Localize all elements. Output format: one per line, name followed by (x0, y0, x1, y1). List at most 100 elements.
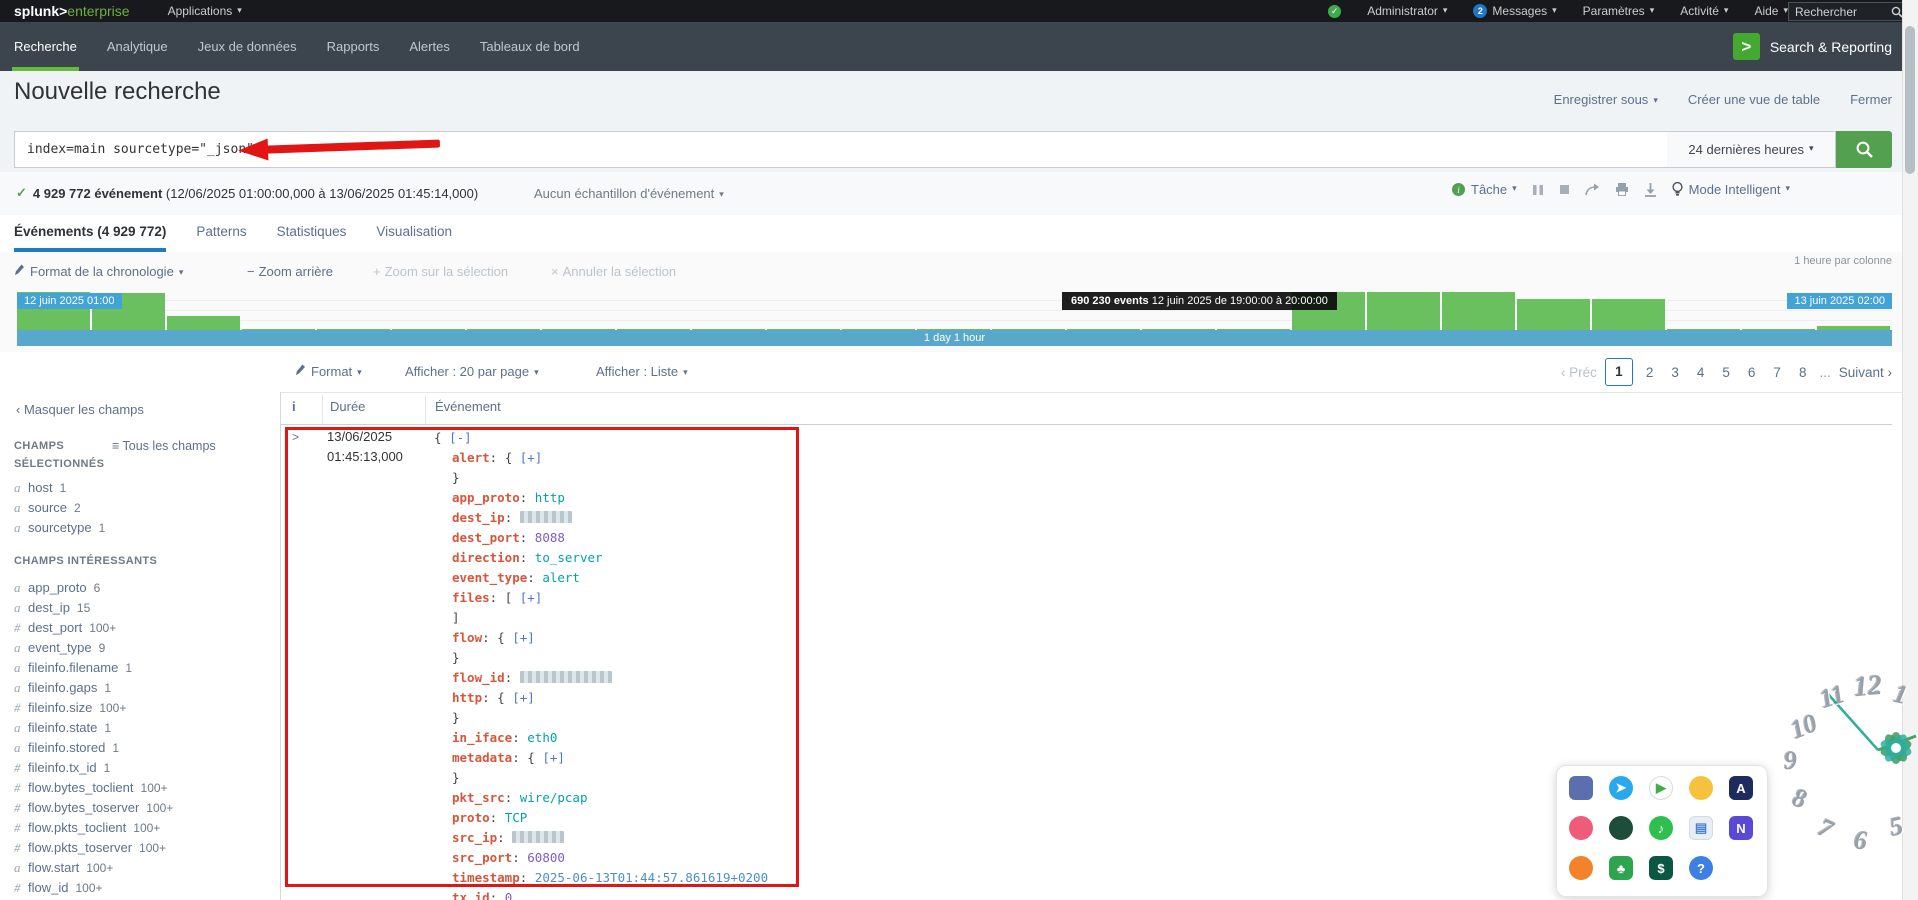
global-search-input[interactable]: Rechercher (1788, 2, 1910, 21)
json-expand-toggle[interactable]: [+] (542, 750, 565, 765)
pager-page-4[interactable]: 4 (1692, 365, 1710, 380)
all-fields-link[interactable]: ≡ Tous les champs (112, 439, 216, 453)
app-icon-pink-circle[interactable] (1569, 816, 1593, 840)
activity-menu[interactable]: Activité▾ (1680, 4, 1728, 18)
pager-page-8[interactable]: 8 (1794, 365, 1812, 380)
scrollbar-thumb[interactable] (1905, 26, 1915, 174)
app-icon-calendar[interactable]: ▤ (1689, 816, 1713, 840)
pager-page-2[interactable]: 2 (1641, 365, 1659, 380)
field-link[interactable]: dest_ip (28, 600, 70, 615)
json-collapse-toggle[interactable]: [-] (449, 430, 472, 445)
pager-next[interactable]: Suivant › (1839, 365, 1892, 380)
app-icon-orange-ball[interactable] (1569, 856, 1593, 880)
app-brand[interactable]: > Search & Reporting (1733, 22, 1892, 71)
deselect-button[interactable]: ×Annuler la sélection (551, 264, 676, 279)
header-action[interactable]: Créer une vue de table (1688, 92, 1820, 107)
field-link[interactable]: flow.pkts_toclient (28, 820, 126, 835)
run-search-button[interactable] (1836, 131, 1892, 168)
timeline-bar[interactable] (1367, 292, 1440, 330)
user-menu[interactable]: Administrator▾ (1367, 4, 1447, 18)
field-link[interactable]: event_type (28, 640, 92, 655)
timeline-bar[interactable] (1442, 292, 1515, 330)
messages-menu[interactable]: 2Messages▾ (1473, 4, 1556, 18)
app-icon-slate-square[interactable] (1569, 776, 1593, 800)
json-expand-toggle[interactable]: [+] (512, 630, 535, 645)
app-icon-telegram[interactable]: ➤ (1609, 776, 1633, 800)
field-link[interactable]: flow.start (28, 860, 79, 875)
app-icon-plug[interactable]: ? (1689, 856, 1713, 880)
field-link[interactable]: fileinfo.size (28, 700, 92, 715)
field-link[interactable]: fileinfo.tx_id (28, 760, 97, 775)
json-key: files (452, 590, 490, 605)
field-link[interactable]: fileinfo.filename (28, 660, 118, 675)
app-icon-yellow-ball[interactable] (1689, 776, 1713, 800)
per-page-menu[interactable]: Afficher : 20 par page▾ (405, 364, 539, 379)
timeline-histogram[interactable]: 12 juin 2025 01:00 13 juin 2025 02:00 (17, 291, 1892, 330)
field-link[interactable]: flow.bytes_toserver (28, 800, 139, 815)
header-action[interactable]: Enregistrer sous▾ (1554, 92, 1658, 107)
json-expand-toggle[interactable]: [+] (520, 590, 543, 605)
applications-menu[interactable]: Applications▾ (168, 4, 242, 18)
search-mode-menu[interactable]: Mode Intelligent▾ (1672, 182, 1790, 197)
pause-button[interactable] (1532, 184, 1544, 196)
field-link[interactable]: fileinfo.state (28, 720, 97, 735)
event-sampling-menu[interactable]: Aucun échantillon d'événement▾ (534, 186, 724, 201)
timeline-format-menu[interactable]: Format de la chronologie▾ (14, 264, 247, 279)
appnav-tab[interactable]: Tableaux de bord (478, 22, 582, 71)
field-link[interactable]: dest_port (28, 620, 82, 635)
time-range-picker[interactable]: 24 dernières heures▾ (1667, 131, 1836, 168)
view-type-menu[interactable]: Afficher : Liste▾ (596, 364, 688, 379)
appnav-tab[interactable]: Rapports (325, 22, 382, 71)
share-button[interactable] (1585, 183, 1600, 196)
field-link[interactable]: fileinfo.gaps (28, 680, 97, 695)
stop-button[interactable] (1559, 184, 1570, 195)
timeline-bar[interactable] (167, 316, 240, 330)
pager-page-6[interactable]: 6 (1743, 365, 1761, 380)
timeline-selection-bar[interactable]: 1 day 1 hour (17, 330, 1892, 346)
app-icon-navy-a[interactable]: A (1729, 776, 1753, 800)
field-link[interactable]: sourcetype (28, 520, 92, 535)
app-icon-green-circle[interactable]: ♪ (1649, 816, 1673, 840)
print-button[interactable] (1615, 183, 1629, 196)
pager-page-7[interactable]: 7 (1768, 365, 1786, 380)
field-link[interactable]: host (28, 480, 53, 495)
app-icon-darkgreen-circle[interactable] (1609, 816, 1633, 840)
appnav-tab[interactable]: Alertes (407, 22, 451, 71)
hide-fields-link[interactable]: ‹ Masquer les champs (16, 402, 144, 417)
zoom-selection-button[interactable]: +Zoom sur la sélection (373, 264, 551, 279)
help-menu[interactable]: Aide▾ (1754, 4, 1788, 18)
pager-page-5[interactable]: 5 (1717, 365, 1735, 380)
zoom-out-button[interactable]: −Zoom arrière (247, 264, 373, 279)
results-tab[interactable]: Patterns (196, 215, 246, 252)
timeline-bar[interactable] (1517, 299, 1590, 330)
timeline-bar[interactable] (1592, 299, 1665, 330)
app-icon-plant[interactable]: ♣ (1609, 856, 1633, 880)
results-tab[interactable]: Visualisation (376, 215, 452, 252)
field-link[interactable]: flow.pkts_toserver (28, 840, 132, 855)
event-expand-caret[interactable]: > (292, 430, 299, 444)
results-tab[interactable]: Statistiques (277, 215, 347, 252)
field-link[interactable]: fileinfo.stored (28, 740, 105, 755)
field-link[interactable]: app_proto (28, 580, 87, 595)
field-link[interactable]: flow_id (28, 880, 68, 895)
json-line: flow_id: (434, 668, 768, 688)
json-expand-toggle[interactable]: [+] (512, 690, 535, 705)
pager-page-1[interactable]: 1 (1605, 358, 1633, 386)
app-icon-purple-n[interactable]: N (1729, 816, 1753, 840)
results-tab[interactable]: Événements (4 929 772) (14, 215, 166, 252)
app-icon-green-play[interactable]: ▶ (1649, 776, 1673, 800)
field-link[interactable]: flow.bytes_toclient (28, 780, 134, 795)
appnav-tab[interactable]: Jeux de données (196, 22, 299, 71)
splunk-logo[interactable]: splunk>enterprise (14, 3, 130, 19)
app-icon-cash[interactable]: $ (1649, 856, 1673, 880)
header-action[interactable]: Fermer (1850, 92, 1892, 107)
settings-menu[interactable]: Paramètres▾ (1583, 4, 1655, 18)
appnav-tab[interactable]: Recherche (12, 22, 79, 71)
json-expand-toggle[interactable]: [+] (520, 450, 543, 465)
appnav-tab[interactable]: Analytique (105, 22, 170, 71)
job-menu[interactable]: iTâche▾ (1452, 182, 1517, 197)
pager-page-3[interactable]: 3 (1666, 365, 1684, 380)
format-menu[interactable]: Format▾ (295, 364, 362, 379)
field-link[interactable]: source (28, 500, 67, 515)
export-button[interactable] (1644, 183, 1657, 197)
